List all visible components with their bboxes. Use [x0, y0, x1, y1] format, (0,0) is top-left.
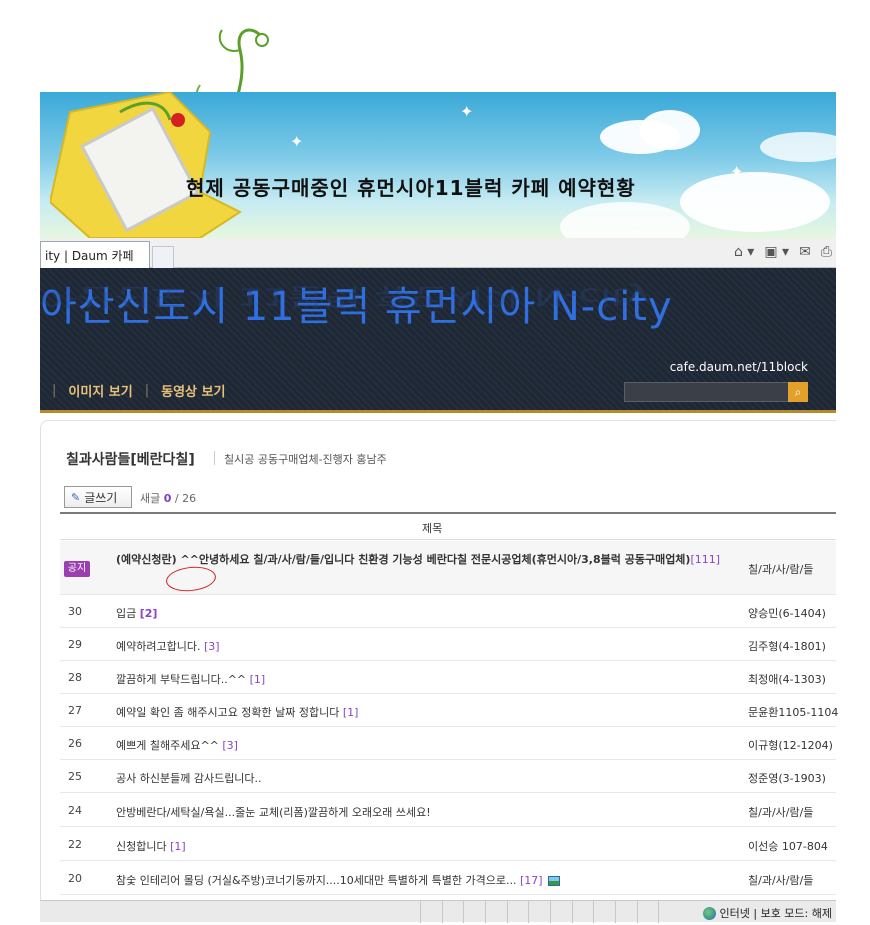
print-icon[interactable]: ⎙: [821, 244, 832, 260]
comment-count[interactable]: [17]: [520, 874, 543, 887]
comment-count[interactable]: [1]: [170, 840, 186, 853]
comment-count[interactable]: [1]: [343, 706, 359, 719]
globe-icon: [702, 906, 716, 920]
table-row[interactable]: 24 안방베란다/세탁실/욕실...줄눈 교체(리폼)깔끔하게 오래오래 쓰세요…: [60, 793, 836, 827]
banner-title: 현제 공동구매중인 휴먼시아11블럭 카페 예약현황: [186, 176, 636, 200]
sparkle-icon: ✦: [730, 162, 744, 181]
browser-tab[interactable]: ity | Daum 카페: [40, 241, 150, 268]
cafe-url[interactable]: cafe.daum.net/11block: [670, 360, 808, 374]
search-icon[interactable]: ⌕: [788, 382, 808, 402]
write-button-label: 글쓰기: [84, 490, 118, 505]
nav-video-view[interactable]: 동영상 보기: [161, 381, 225, 400]
image-attachment-icon: [548, 876, 561, 886]
mail-icon[interactable]: ✉: [799, 244, 811, 260]
write-button[interactable]: ✎ 글쓰기: [64, 486, 132, 508]
feed-icon[interactable]: ▣ ▾: [764, 244, 789, 260]
header-divider: [40, 410, 836, 413]
comment-count[interactable]: [3]: [222, 739, 238, 752]
cafe-search-input[interactable]: [624, 382, 790, 402]
new-tab-button[interactable]: [152, 246, 174, 268]
notice-author[interactable]: 칠/과/사/람/들: [748, 561, 813, 577]
banner: ✦ ✦ ✦: [40, 92, 836, 238]
new-post-count: 새글 0 / 26: [140, 492, 197, 505]
puzzle-note-icon: [50, 92, 243, 238]
comment-count[interactable]: [1]: [250, 673, 266, 686]
status-text: 인터넷 | 보호 모드: 해제: [702, 905, 832, 921]
browser-toolbar: ⌂ ▾ ▣ ▾ ✉ ⎙: [734, 244, 832, 260]
table-row[interactable]: 28 깔끔하게 부탁드립니다..^^ [1] 최정애(4-1303): [60, 661, 836, 694]
status-bar: 인터넷 | 보호 모드: 해제: [40, 900, 836, 923]
cafe-header: 아산신도시 11블럭 휴먼시아 N-city 아산신도시 11블럭 휴먼시아 N…: [40, 268, 836, 410]
home-icon[interactable]: ⌂ ▾: [734, 244, 754, 260]
nav-image-view[interactable]: 이미지 보기: [68, 381, 132, 400]
cafe-title-reflection: 아산신도시 11블럭 휴먼시아 N-city: [40, 282, 651, 310]
comment-count[interactable]: [111]: [690, 553, 720, 566]
table-row[interactable]: 29 예약하려고합니다. [3] 김주형(4-1801): [60, 628, 836, 661]
table-header: 제목: [60, 512, 836, 540]
board-title[interactable]: 칠과사람들[베란다칠]: [66, 449, 195, 469]
table-row[interactable]: 20 참숯 인테리어 몰딩 (거실&주방)코너기둥까지....10세대만 특별하…: [60, 861, 836, 895]
browser-tab-strip: ity | Daum 카페 ⌂ ▾ ▣ ▾ ✉ ⎙: [40, 238, 836, 268]
table-row[interactable]: 22 신청합니다 [1] 이선승 107-804: [60, 827, 836, 861]
comment-count[interactable]: [3]: [204, 640, 220, 653]
table-row[interactable]: 26 예쁘게 칠해주세요^^ [3] 이규형(12-1204): [60, 727, 836, 760]
notice-badge: 공지: [64, 561, 90, 577]
notice-subject[interactable]: (예약신청란) ^^안녕하세요 칠/과/사/람/들/입니다 친환경 기능성 베란…: [116, 550, 736, 569]
sparkle-icon: ✦: [290, 132, 304, 151]
table-row[interactable]: 30 입금 [2] 양승민(6-1404): [60, 595, 836, 628]
board-description: 칠시공 공동구매업체-진행자 홍남주: [224, 453, 387, 466]
comment-count[interactable]: [2]: [140, 607, 158, 620]
pencil-icon: ✎: [71, 490, 81, 504]
table-row[interactable]: 27 예약일 확인 좀 해주시고요 정확한 날짜 정합니다 [1] 문윤환110…: [60, 694, 838, 727]
table-row[interactable]: 25 공사 하신분들께 감사드립니다.. 정준영(3-1903): [60, 760, 836, 793]
divider: [214, 451, 215, 465]
sparkle-icon: ✦: [460, 102, 474, 121]
cafe-nav: | 이미지 보기 | 동영상 보기: [52, 381, 226, 400]
column-title: 제목: [422, 522, 443, 535]
